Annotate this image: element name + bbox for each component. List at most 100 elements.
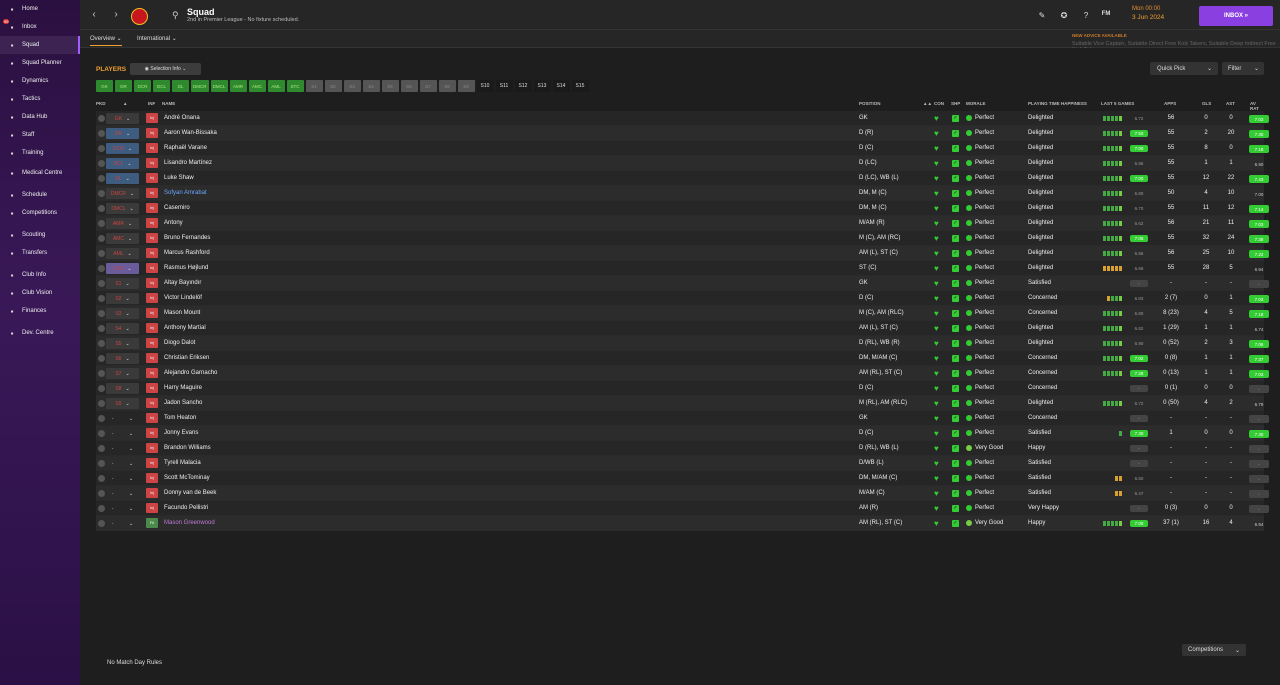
position-select[interactable]: - ⌄ bbox=[106, 428, 139, 439]
pkd-toggle[interactable] bbox=[98, 505, 105, 512]
table-row[interactable]: S9 ⌄ Inj Jadon Sancho M (RL), AM (RLC) ♥ ✓ Perf… bbox=[96, 396, 1264, 411]
sidebar-item-home[interactable]: ▪ Home bbox=[0, 0, 80, 18]
pkd-toggle[interactable] bbox=[98, 130, 105, 137]
table-row[interactable]: S1 ⌄ Inj Altay Bayındır GK ♥ ✓ Perfect Satisfied… bbox=[96, 276, 1269, 291]
table-row[interactable]: - ⌄ Inj Facundo Pellistri AM (R) ♥ ✓ Perfect Ver… bbox=[96, 501, 1269, 516]
position-select[interactable]: DL ⌄ bbox=[106, 173, 139, 184]
sidebar-item-dev-centre[interactable]: ▪ Dev. Centre bbox=[0, 324, 80, 342]
quick-pick-button[interactable]: Quick Pick ⌄ bbox=[1150, 62, 1218, 75]
position-select[interactable]: - ⌄ bbox=[106, 413, 139, 424]
table-row[interactable]: DCR ⌄ Inj Raphaël Varane D (C) ♥ ✓ Perfect Delig… bbox=[96, 141, 1269, 156]
pkd-toggle[interactable] bbox=[98, 385, 105, 392]
table-row[interactable]: - ⌄ Inj Brandon Williams D (RL), WB (L) ♥ ✓ Ver… bbox=[96, 441, 1269, 456]
pkd-toggle[interactable] bbox=[98, 295, 105, 302]
fm-logo-icon[interactable]: FM bbox=[1100, 11, 1112, 21]
position-chip[interactable]: DCL bbox=[153, 80, 170, 92]
pkd-toggle[interactable] bbox=[98, 370, 105, 377]
sidebar-item-squad-planner[interactable]: ▪ Squad Planner bbox=[0, 54, 80, 72]
pkd-toggle[interactable] bbox=[98, 115, 105, 122]
position-select[interactable]: S8 ⌄ bbox=[106, 383, 139, 394]
position-chip[interactable]: DMCL bbox=[210, 80, 228, 92]
pkd-toggle[interactable] bbox=[98, 190, 105, 197]
position-select[interactable]: S6 ⌄ bbox=[106, 353, 139, 364]
position-select[interactable]: - ⌄ bbox=[106, 473, 139, 484]
position-chip[interactable]: DMCR bbox=[191, 80, 209, 92]
player-name[interactable]: Brandon Williams bbox=[164, 445, 211, 451]
col-name[interactable]: NAME bbox=[162, 101, 175, 106]
tab-international[interactable]: International ⌄ bbox=[137, 35, 177, 42]
position-select[interactable]: AMR ⌄ bbox=[106, 218, 139, 229]
position-chip[interactable]: S2 bbox=[324, 80, 342, 92]
tab-overview[interactable]: Overview ⌄ bbox=[90, 35, 122, 46]
player-name[interactable]: Jonny Evans bbox=[164, 430, 198, 436]
competitions-select[interactable]: Competitions ⌄ bbox=[1182, 644, 1246, 656]
table-row[interactable]: AML ⌄ Inj Marcus Rashford AM (L), ST (C) ♥ ✓ Pe… bbox=[96, 246, 1269, 261]
position-select[interactable]: - ⌄ bbox=[106, 458, 139, 469]
pkd-toggle[interactable] bbox=[98, 220, 105, 227]
position-chip[interactable]: S11 bbox=[495, 80, 513, 92]
position-select[interactable]: S2 ⌄ bbox=[106, 293, 139, 304]
position-select[interactable]: S3 ⌄ bbox=[106, 308, 139, 319]
position-chip[interactable]: AMC bbox=[248, 80, 266, 92]
col-avrat[interactable]: AV RAT bbox=[1250, 101, 1264, 111]
col-gls[interactable]: GLS bbox=[1202, 101, 1211, 106]
edit-icon[interactable]: ✎ bbox=[1036, 11, 1048, 21]
help-icon[interactable]: ? bbox=[1080, 11, 1092, 21]
sidebar-item-inbox[interactable]: ▪ Inbox 99 bbox=[0, 18, 80, 36]
table-row[interactable]: DR ⌄ Inj Aaron Wan-Bissaka D (R) ♥ ✓ Perfect Del… bbox=[96, 126, 1269, 141]
position-select[interactable]: S7 ⌄ bbox=[106, 368, 139, 379]
col-con[interactable]: CON bbox=[934, 101, 944, 106]
sidebar-item-data-hub[interactable]: ▪ Data Hub bbox=[0, 108, 80, 126]
sidebar-item-tactics[interactable]: ▪ Tactics bbox=[0, 90, 80, 108]
position-chip[interactable]: S14 bbox=[552, 80, 570, 92]
sidebar-item-staff[interactable]: ▪ Staff bbox=[0, 126, 80, 144]
position-chip[interactable]: S5 bbox=[381, 80, 399, 92]
player-name[interactable]: Raphaël Varane bbox=[164, 145, 207, 151]
position-chip[interactable]: STC bbox=[286, 80, 304, 92]
pkd-toggle[interactable] bbox=[98, 520, 105, 527]
table-row[interactable]: S3 ⌄ Inj Mason Mount M (C), AM (RLC) ♥ ✓ Perfec… bbox=[96, 306, 1269, 321]
col-inf[interactable]: INF bbox=[148, 101, 155, 106]
position-select[interactable]: - ⌄ bbox=[106, 518, 139, 529]
player-name[interactable]: Tom Heaton bbox=[164, 415, 196, 421]
back-icon[interactable]: ‹ bbox=[88, 9, 100, 21]
pkd-toggle[interactable] bbox=[98, 490, 105, 497]
position-chip[interactable]: AMR bbox=[229, 80, 247, 92]
player-name[interactable]: Marcus Rashford bbox=[164, 250, 210, 256]
position-chip[interactable]: DL bbox=[172, 80, 189, 92]
pkd-toggle[interactable] bbox=[98, 175, 105, 182]
table-row[interactable]: - ⌄ Inj Donny van de Beek M/AM (C) ♥ ✓ Perfect S… bbox=[96, 486, 1269, 501]
pkd-toggle[interactable] bbox=[98, 235, 105, 242]
position-select[interactable]: DMCR ⌄ bbox=[106, 188, 139, 199]
sidebar-item-club-vision[interactable]: ▪ Club Vision bbox=[0, 284, 80, 302]
position-chip[interactable]: S15 bbox=[571, 80, 589, 92]
player-name[interactable]: Altay Bayındır bbox=[164, 280, 201, 286]
selection-info-button[interactable]: ◉ Selection Info ⌄ bbox=[130, 63, 201, 75]
pkd-toggle[interactable] bbox=[98, 415, 105, 422]
position-chip[interactable]: S3 bbox=[343, 80, 361, 92]
pkd-toggle[interactable] bbox=[98, 400, 105, 407]
table-row[interactable]: DCL ⌄ Inj Lisandro Martínez D (LC) ♥ ✓ Perfect D… bbox=[96, 156, 1264, 171]
position-select[interactable]: - ⌄ bbox=[106, 503, 139, 514]
position-select[interactable]: DCL ⌄ bbox=[106, 158, 139, 169]
pkd-toggle[interactable] bbox=[98, 250, 105, 257]
pkd-toggle[interactable] bbox=[98, 280, 105, 287]
pkd-toggle[interactable] bbox=[98, 340, 105, 347]
sidebar-item-club-info[interactable]: ▪ Club Info bbox=[0, 266, 80, 284]
pkd-toggle[interactable] bbox=[98, 310, 105, 317]
pkd-toggle[interactable] bbox=[98, 430, 105, 437]
position-chip[interactable]: S1 bbox=[305, 80, 323, 92]
player-name[interactable]: Christian Eriksen bbox=[164, 355, 209, 361]
pkd-toggle[interactable] bbox=[98, 460, 105, 467]
position-select[interactable]: GK ⌄ bbox=[106, 113, 139, 124]
player-name[interactable]: Diogo Dalot bbox=[164, 340, 195, 346]
position-chip[interactable]: DCR bbox=[134, 80, 151, 92]
position-select[interactable]: DCR ⌄ bbox=[106, 143, 139, 154]
player-name[interactable]: Jadon Sancho bbox=[164, 400, 202, 406]
inbox-button[interactable]: INBOX » bbox=[1199, 6, 1273, 26]
position-chip[interactable]: S10 bbox=[476, 80, 494, 92]
col-apps[interactable]: APPS bbox=[1164, 101, 1176, 106]
player-name[interactable]: Casemiro bbox=[164, 205, 190, 211]
pkd-toggle[interactable] bbox=[98, 145, 105, 152]
pkd-toggle[interactable] bbox=[98, 325, 105, 332]
